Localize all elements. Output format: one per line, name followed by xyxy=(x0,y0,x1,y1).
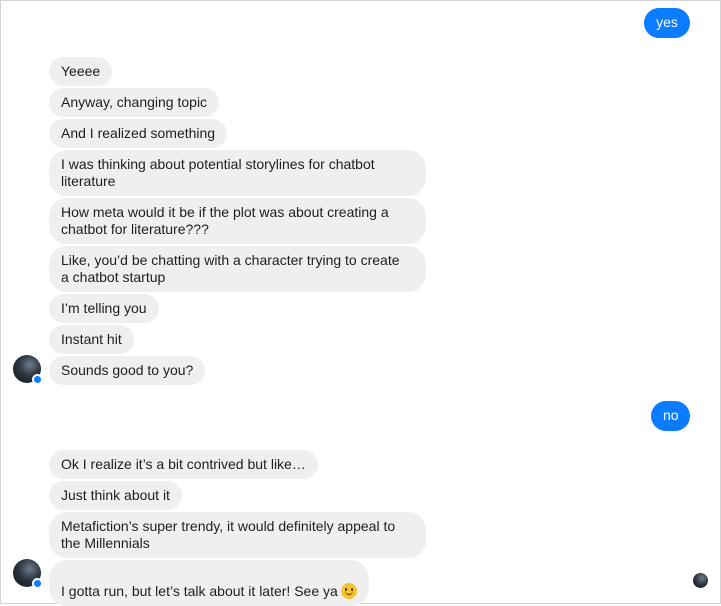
incoming-message[interactable]: I gotta run, but let’s talk about it lat… xyxy=(49,560,369,606)
incoming-message[interactable]: How meta would it be if the plot was abo… xyxy=(49,198,426,244)
messenger-badge-icon xyxy=(32,374,43,385)
contact-avatar[interactable] xyxy=(13,355,43,385)
incoming-message[interactable]: Just think about it xyxy=(49,481,182,510)
contact-avatar[interactable] xyxy=(13,559,43,589)
incoming-message[interactable]: Ok I realize it’s a bit contrived but li… xyxy=(49,450,318,479)
messenger-badge-icon xyxy=(32,578,43,589)
incoming-message[interactable]: Like, you’d be chatting with a character… xyxy=(49,246,426,292)
message-text: I gotta run, but let’s talk about it lat… xyxy=(61,583,338,599)
chat-thread: yes Yeeee Anyway, changing topic And I r… xyxy=(0,0,721,606)
incoming-message[interactable]: Anyway, changing topic xyxy=(49,88,220,117)
incoming-message[interactable]: Yeeee xyxy=(49,57,113,86)
incoming-message[interactable]: Sounds good to you? xyxy=(49,356,206,385)
outgoing-message[interactable]: no xyxy=(651,401,690,431)
incoming-message[interactable]: Metafiction’s super trendy, it would def… xyxy=(49,512,426,558)
incoming-message[interactable]: I’m telling you xyxy=(49,294,159,323)
outgoing-message[interactable]: yes xyxy=(644,8,690,38)
incoming-message[interactable]: And I realized something xyxy=(49,119,228,148)
slightly-smiling-face-icon xyxy=(340,583,357,599)
seen-avatar-icon xyxy=(693,573,708,588)
incoming-message[interactable]: Instant hit xyxy=(49,325,134,354)
incoming-message[interactable]: I was thinking about potential storyline… xyxy=(49,150,426,196)
